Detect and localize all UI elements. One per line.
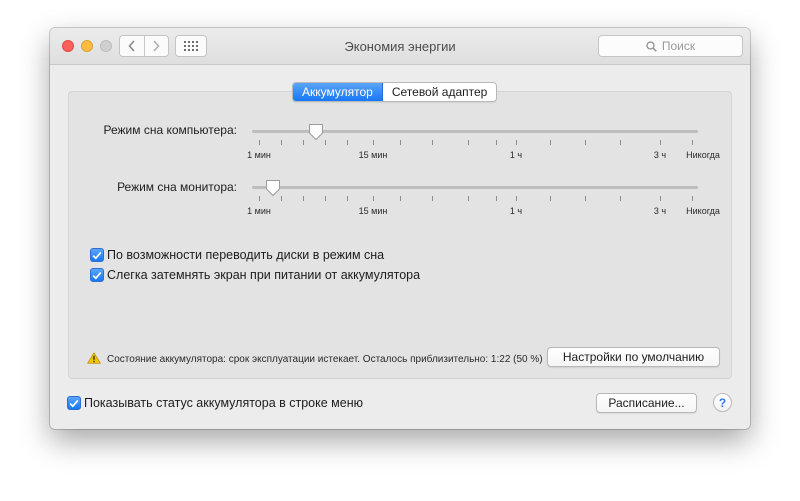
tick [432,196,433,201]
display-sleep-label: Режим сна монитора: [117,180,237,194]
tick-label-1min: 1 мин [247,150,271,160]
display-sleep-track[interactable] [252,186,698,189]
dim-display-label: Слегка затемнять экран при питании от ак… [107,268,421,282]
warning-icon [87,352,101,364]
search-icon [646,40,657,52]
tick [692,140,693,145]
tick [550,196,551,201]
tick [303,140,304,145]
tick-label-15min: 15 мин [358,150,388,160]
tick-label-3h: 3 ч [653,150,667,160]
tick-label-15min: 15 мин [358,206,388,216]
tick [281,196,282,201]
disk-sleep-label: По возможности переводить диски в режим … [107,248,385,262]
tick [585,140,586,145]
computer-sleep-knob[interactable] [308,123,324,141]
battery-status-text: Состояние аккумулятора: срок эксплуатаци… [107,354,543,365]
preferences-window: Экономия энергии Поиск Аккумулятор Сетев… [50,28,750,429]
tick [259,196,260,201]
tick [325,196,326,201]
tick-label-never: Никогда [686,150,720,160]
search-field[interactable]: Поиск [598,35,743,57]
tick [516,140,517,145]
tick-label-3h: 3 ч [653,206,667,216]
show-battery-status-label: Показывать статус аккумулятора в строке … [84,396,363,410]
schedule-button[interactable]: Расписание... [596,393,697,413]
tick [660,196,661,201]
tick [373,140,374,145]
tick [660,140,661,145]
tick [281,140,282,145]
tick [347,196,348,201]
tick [373,196,374,201]
tick [259,140,260,145]
display-sleep-knob[interactable] [265,179,281,197]
checkmark-icon [92,271,102,279]
tick [347,140,348,145]
tick [325,140,326,145]
tab-power-adapter[interactable]: Сетевой адаптер [383,83,496,101]
tick [620,196,621,201]
tick-label-1h: 1 ч [509,206,523,216]
computer-sleep-label: Режим сна компьютера: [103,123,237,137]
tick-label-never: Никогда [686,206,720,216]
tick [550,140,551,145]
tick [692,196,693,201]
tick [620,140,621,145]
tick [400,196,401,201]
tick [468,140,469,145]
dim-display-checkbox[interactable] [90,268,104,282]
tick [496,196,497,201]
tick [496,140,497,145]
tick-label-1h: 1 ч [509,150,523,160]
checkmark-icon [69,399,79,407]
tick-label-1min: 1 мин [247,206,271,216]
restore-defaults-button[interactable]: Настройки по умолчанию [547,347,720,367]
checkmark-icon [92,251,102,259]
show-battery-status-checkbox[interactable] [67,396,81,410]
disk-sleep-checkbox[interactable] [90,248,104,262]
title-bar: Экономия энергии Поиск [50,28,750,65]
help-button[interactable]: ? [713,393,732,412]
tick [516,196,517,201]
tick [585,196,586,201]
tab-battery[interactable]: Аккумулятор [293,83,383,101]
tick [400,140,401,145]
tick [303,196,304,201]
tick [468,196,469,201]
search-placeholder: Поиск [661,39,696,53]
tick [432,140,433,145]
segmented-tabs: Аккумулятор Сетевой адаптер [292,82,498,102]
